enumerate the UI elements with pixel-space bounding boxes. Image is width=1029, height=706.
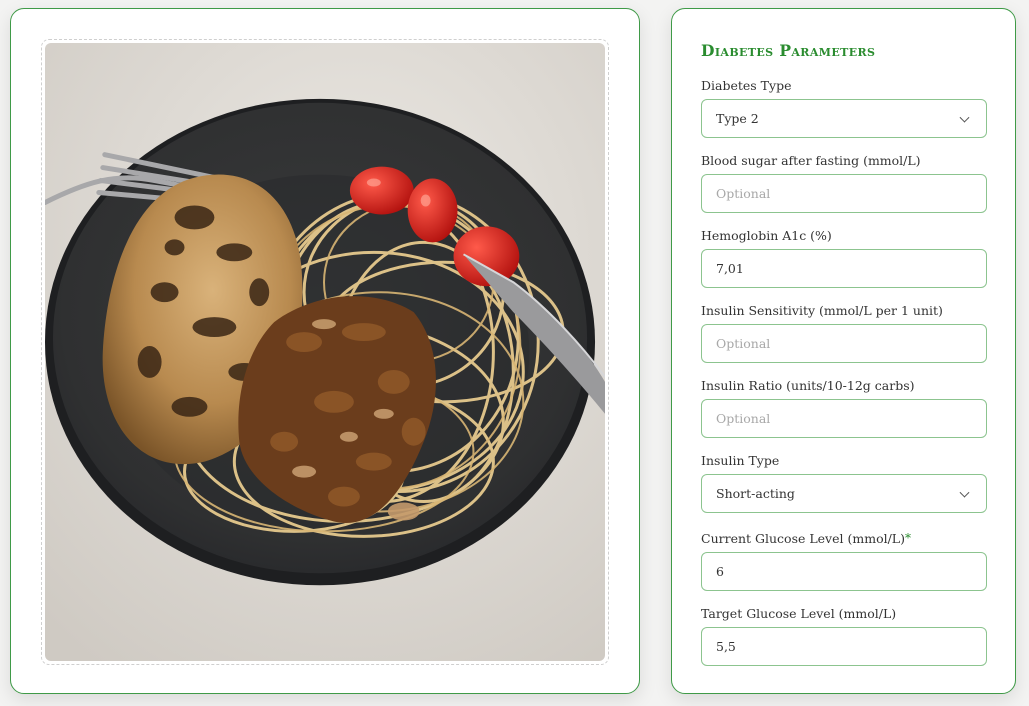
chevron-down-icon xyxy=(959,112,970,123)
diabetes-type-select[interactable]: Type 2 xyxy=(701,99,987,138)
diabetes-parameters-card: Diabetes Parameters Diabetes Type Type 2… xyxy=(671,8,1016,694)
current-glucose-label-text: Current Glucose Level (mmol/L) xyxy=(701,531,905,546)
current-glucose-value: 6 xyxy=(716,564,724,579)
panel-title: Diabetes Parameters xyxy=(701,41,876,60)
insulin-type-select[interactable]: Short-acting xyxy=(701,474,987,513)
insulin-type-field: Insulin Type Short-acting xyxy=(701,453,987,513)
insulin-sensitivity-label: Insulin Sensitivity (mmol/L per 1 unit) xyxy=(701,303,943,318)
target-glucose-value: 5,5 xyxy=(716,639,736,654)
hba1c-label: Hemoglobin A1c (%) xyxy=(701,228,832,243)
diabetes-type-field: Diabetes Type Type 2 xyxy=(701,78,987,138)
target-glucose-label: Target Glucose Level (mmol/L) xyxy=(701,606,897,621)
photo-upload-area[interactable] xyxy=(41,39,609,665)
insulin-sensitivity-placeholder: Optional xyxy=(716,336,771,351)
diabetes-type-label: Diabetes Type xyxy=(701,78,792,93)
target-glucose-input[interactable]: 5,5 xyxy=(701,627,987,666)
insulin-ratio-label: Insulin Ratio (units/10-12g carbs) xyxy=(701,378,915,393)
insulin-sensitivity-input[interactable]: Optional xyxy=(701,324,987,363)
meal-photo-illustration xyxy=(45,43,605,661)
insulin-type-value: Short-acting xyxy=(716,486,795,501)
current-glucose-field: Current Glucose Level (mmol/L)* 6 xyxy=(701,531,987,591)
photo-card xyxy=(10,8,640,694)
diabetes-type-value: Type 2 xyxy=(716,111,759,126)
fasting-sugar-input[interactable]: Optional xyxy=(701,174,987,213)
target-glucose-field: Target Glucose Level (mmol/L) 5,5 xyxy=(701,606,987,666)
insulin-type-label: Insulin Type xyxy=(701,453,780,468)
insulin-sensitivity-field: Insulin Sensitivity (mmol/L per 1 unit) … xyxy=(701,303,987,363)
fasting-sugar-label: Blood sugar after fasting (mmol/L) xyxy=(701,153,921,168)
chevron-down-icon xyxy=(959,487,970,498)
fasting-sugar-placeholder: Optional xyxy=(716,186,771,201)
current-glucose-input[interactable]: 6 xyxy=(701,552,987,591)
hba1c-value: 7,01 xyxy=(716,261,744,276)
current-glucose-label: Current Glucose Level (mmol/L)* xyxy=(701,531,987,546)
hba1c-input[interactable]: 7,01 xyxy=(701,249,987,288)
required-marker: * xyxy=(904,531,911,545)
insulin-ratio-placeholder: Optional xyxy=(716,411,771,426)
insulin-ratio-input[interactable]: Optional xyxy=(701,399,987,438)
fasting-sugar-field: Blood sugar after fasting (mmol/L) Optio… xyxy=(701,153,987,213)
meal-photo xyxy=(45,43,605,661)
insulin-ratio-field: Insulin Ratio (units/10-12g carbs) Optio… xyxy=(701,378,987,438)
hba1c-field: Hemoglobin A1c (%) 7,01 xyxy=(701,228,987,288)
